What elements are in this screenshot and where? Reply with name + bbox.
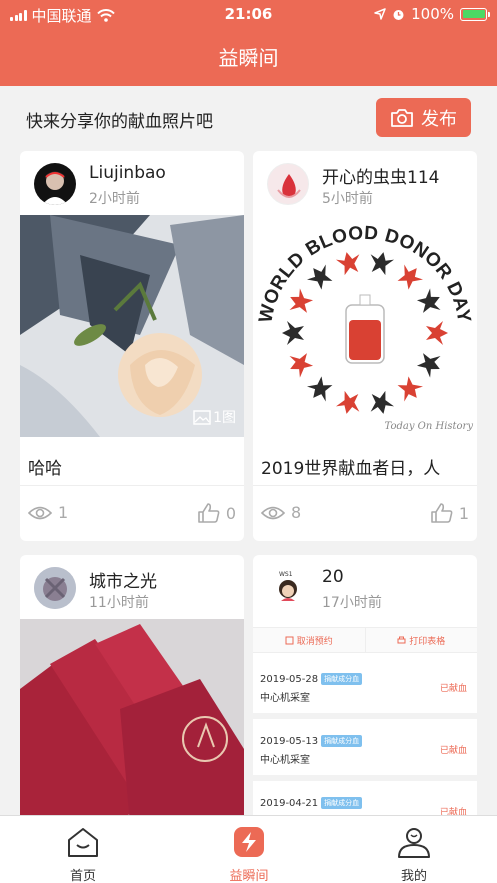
record-date: 2019-05-13 捐献成分血 bbox=[260, 735, 363, 747]
user-name[interactable]: Liujinbao bbox=[89, 163, 166, 183]
image-count-badge: 1图 bbox=[193, 407, 236, 427]
tab-label: 首页 bbox=[69, 869, 96, 883]
user-icon bbox=[398, 828, 430, 858]
record-date: 2019-04-21 捐献成分血 bbox=[260, 797, 363, 809]
record-tag: 捐献成分血 bbox=[321, 735, 363, 747]
post-time: 2小时前 bbox=[89, 191, 140, 207]
status-bar: 中国联通 21:06 100% bbox=[0, 0, 497, 28]
view-count: 1 bbox=[28, 503, 68, 522]
record-location: 中心机采室 bbox=[260, 693, 310, 704]
battery-percent: 100% bbox=[411, 5, 454, 23]
lightning-icon bbox=[234, 827, 264, 857]
page-title: 益瞬间 bbox=[218, 46, 279, 70]
battery-icon bbox=[460, 7, 490, 21]
view-count: 8 bbox=[261, 503, 301, 522]
avatar[interactable] bbox=[34, 163, 76, 205]
share-bar: 快来分享你的献血照片吧 发布 bbox=[0, 86, 497, 150]
donation-record: 2019-05-13 捐献成分血 中心机采室 已献血 bbox=[253, 723, 477, 781]
publish-label: 发布 bbox=[421, 108, 457, 130]
camera-icon bbox=[391, 108, 413, 127]
record-date: 2019-05-28 捐献成分血 bbox=[260, 673, 363, 685]
view-number: 8 bbox=[291, 503, 302, 522]
alarm-icon bbox=[393, 9, 404, 20]
post-caption: 2019世界献血者日，人 bbox=[261, 459, 441, 479]
tab-moments[interactable]: 益瞬间 bbox=[166, 816, 332, 883]
divider bbox=[20, 485, 244, 486]
tab-mine[interactable]: 我的 bbox=[331, 816, 497, 883]
app-header: 中国联通 21:06 100% 益瞬间 bbox=[0, 0, 497, 86]
tab-label: 益瞬间 bbox=[229, 869, 269, 883]
like-number: 0 bbox=[225, 503, 236, 523]
print-form-label: 打印表格 bbox=[409, 636, 446, 647]
post-photo[interactable] bbox=[20, 619, 244, 825]
like-button[interactable]: 0 bbox=[198, 503, 236, 523]
view-number: 1 bbox=[58, 503, 69, 522]
post-time: 11小时前 bbox=[89, 595, 149, 611]
cancel-appointment-button[interactable]: 取消预约 bbox=[253, 628, 365, 652]
post-time: 5小时前 bbox=[322, 191, 373, 207]
like-button[interactable]: 1 bbox=[431, 503, 469, 523]
post-time: 17小时前 bbox=[322, 595, 382, 611]
eye-icon bbox=[261, 506, 285, 519]
user-name[interactable]: 城市之光 bbox=[89, 567, 157, 592]
publish-button[interactable]: 发布 bbox=[376, 98, 471, 137]
post-card[interactable]: WS1 20 17小时前 取消预约 打印表格 2019-05-28 捐献成分血 中… bbox=[253, 555, 477, 825]
avatar[interactable]: WS1 bbox=[267, 567, 309, 609]
cancel-icon bbox=[285, 636, 294, 644]
avatar[interactable] bbox=[34, 567, 76, 609]
post-photo[interactable]: WORLD BLOOD DONOR DAY Today On History bbox=[253, 215, 477, 437]
record-status: 已献血 bbox=[439, 746, 467, 756]
like-number: 1 bbox=[458, 503, 469, 523]
post-card[interactable]: 城市之光 11小时前 bbox=[20, 555, 244, 825]
location-icon bbox=[374, 8, 386, 20]
donation-record: 2019-05-28 捐献成分血 中心机采室 已献血 bbox=[253, 661, 477, 719]
record-actions: 取消预约 打印表格 bbox=[253, 627, 477, 653]
record-date-text: 2019-05-28 bbox=[260, 673, 319, 685]
post-caption: 哈哈 bbox=[28, 459, 62, 479]
printer-icon bbox=[397, 636, 406, 643]
record-date-text: 2019-04-21 bbox=[260, 797, 319, 809]
share-prompt: 快来分享你的献血照片吧 bbox=[26, 112, 213, 132]
tab-home[interactable]: 首页 bbox=[0, 816, 166, 883]
tab-bar: 首页 益瞬间 我的 bbox=[0, 815, 497, 883]
thumbs-up-icon bbox=[198, 503, 220, 523]
divider bbox=[253, 485, 477, 486]
record-tag: 捐献成分血 bbox=[321, 673, 363, 685]
image-count: 1图 bbox=[213, 410, 236, 426]
image-icon bbox=[193, 409, 211, 425]
eye-icon bbox=[28, 506, 52, 519]
record-date-text: 2019-05-13 bbox=[260, 735, 319, 747]
watermark-text: Today On History bbox=[385, 421, 474, 432]
tab-label: 我的 bbox=[400, 869, 427, 883]
user-name[interactable]: 20 bbox=[322, 567, 344, 587]
user-name[interactable]: 开心的虫虫114 bbox=[322, 163, 439, 188]
home-icon bbox=[68, 828, 98, 857]
cancel-appointment-label: 取消预约 bbox=[296, 636, 333, 647]
post-photo[interactable]: 1图 bbox=[20, 215, 244, 437]
status-right: 100% bbox=[374, 5, 490, 23]
post-card[interactable]: 开心的虫虫114 5小时前 WORLD BLOOD DONOR DAY Toda… bbox=[253, 151, 477, 541]
avatar[interactable] bbox=[267, 163, 309, 205]
post-card[interactable]: Liujinbao 2小时前 1图 哈哈 1 0 bbox=[20, 151, 244, 541]
record-tag: 捐献成分血 bbox=[321, 797, 363, 809]
thumbs-up-icon bbox=[431, 503, 453, 523]
print-form-button[interactable]: 打印表格 bbox=[364, 628, 478, 652]
record-location: 中心机采室 bbox=[260, 755, 310, 766]
avatar-text: WS1 bbox=[279, 571, 293, 578]
record-status: 已献血 bbox=[439, 684, 467, 694]
